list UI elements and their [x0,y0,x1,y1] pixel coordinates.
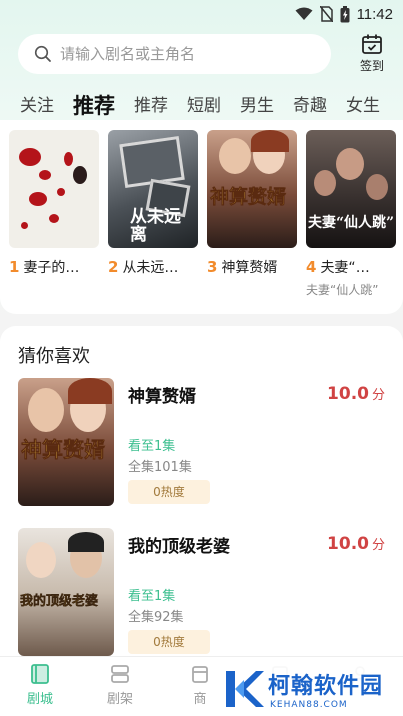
drama-title: 我的顶级老婆 [128,537,230,557]
checkin-button[interactable]: 签到 [350,33,394,75]
drama-list-item[interactable]: 我的顶级老婆 我的顶级老婆 10.0 分 看至1集 全集92集 0热度 [18,528,385,656]
poster-text: 从未远离 [130,207,181,245]
heat-badge: 0热度 [128,630,210,654]
nav-drama-city[interactable]: 剧城 [0,657,80,716]
watch-progress: 看至1集 [128,589,176,604]
battery-charging-icon [340,5,350,22]
watermark-text: 柯翰软件园 [268,674,384,699]
drama-city-icon [31,664,49,684]
ranking-title: 4 夫妻“… [306,258,370,276]
poster-text: 夫妻“仙人跳” [308,215,395,231]
checkin-label: 签到 [359,59,384,73]
poster-text: 我的顶级老婆 [20,594,99,609]
tab-male[interactable]: 男生 [240,92,274,120]
episode-total: 全集101集 [128,460,192,475]
ranking-item[interactable]: 夫妻“仙人跳” 4 夫妻“… 夫妻“仙人跳” [306,130,396,298]
ranking-title: 1 妻子的… [9,258,80,276]
search-input[interactable] [60,45,300,63]
category-tabs: 关注 推荐 推荐 短剧 男生 奇趣 女生 [0,86,403,120]
watermark-logo-icon [226,671,264,707]
ranking-subtitle: 夫妻“仙人跳” [306,283,379,297]
drama-poster [9,130,99,248]
no-sim-icon [319,6,333,22]
shelf-icon [111,665,129,683]
store-icon [192,666,208,683]
watermark-url: KEHAN88.COM [270,700,348,710]
ranking-title: 3 神算赘婿 [207,258,278,276]
nav-label: 剧架 [106,692,133,707]
section-title: 猜你喜欢 [18,346,90,367]
drama-poster: 从未远离 [108,130,198,248]
search-bar[interactable] [18,34,331,74]
guess-you-like-section: 猜你喜欢 神算赘婿 神算赘婿 10.0 分 看至1集 全集101集 0热度 我的顶… [0,326,403,656]
calendar-check-icon [362,34,382,54]
tab-follow[interactable]: 关注 [20,92,54,120]
drama-poster: 神算赘婿 [18,378,114,506]
nav-label: 商 [193,692,207,707]
drama-list-item[interactable]: 神算赘婿 神算赘婿 10.0 分 看至1集 全集101集 0热度 [18,378,385,506]
ranking-list: 1 妻子的… 从未远离 2 从未远… 神算赘婿 3 神算赘婿 夫妻“仙人跳” 4… [0,120,403,298]
tab-female[interactable]: 女生 [346,92,380,120]
drama-poster: 夫妻“仙人跳” [306,130,396,248]
drama-title: 神算赘婿 [128,387,196,407]
poster-text: 神算赘婿 [21,437,106,463]
wifi-icon [295,7,313,20]
tab-recommend[interactable]: 推荐 [134,92,168,120]
status-bar: 11:42 [0,0,403,28]
ranking-title: 2 从未远… [108,258,179,276]
drama-poster: 我的顶级老婆 [18,528,114,656]
tab-recommend-active[interactable]: 推荐 [73,92,115,120]
ranking-item[interactable]: 神算赘婿 3 神算赘婿 [207,130,297,298]
status-time: 11:42 [356,5,393,23]
drama-score: 10.0 分 [327,384,385,404]
ranking-item[interactable]: 1 妻子的… [9,130,99,298]
watch-progress: 看至1集 [128,439,176,454]
ranking-item[interactable]: 从未远离 2 从未远… [108,130,198,298]
poster-text: 神算赘婿 [210,186,287,209]
tab-short-drama[interactable]: 短剧 [187,92,221,120]
heat-badge: 0热度 [128,480,210,504]
nav-shelf[interactable]: 剧架 [80,657,160,716]
nav-label: 剧城 [26,692,53,707]
top-ranking-card: 1 妻子的… 从未远离 2 从未远… 神算赘婿 3 神算赘婿 夫妻“仙人跳” 4… [0,120,403,314]
tab-fun[interactable]: 奇趣 [293,92,327,120]
drama-score: 10.0 分 [327,534,385,554]
watermark: 柯翰软件园 KEHAN88.COM [222,664,392,714]
search-icon [34,45,51,62]
episode-total: 全集92集 [128,610,184,625]
drama-poster: 神算赘婿 [207,130,297,248]
